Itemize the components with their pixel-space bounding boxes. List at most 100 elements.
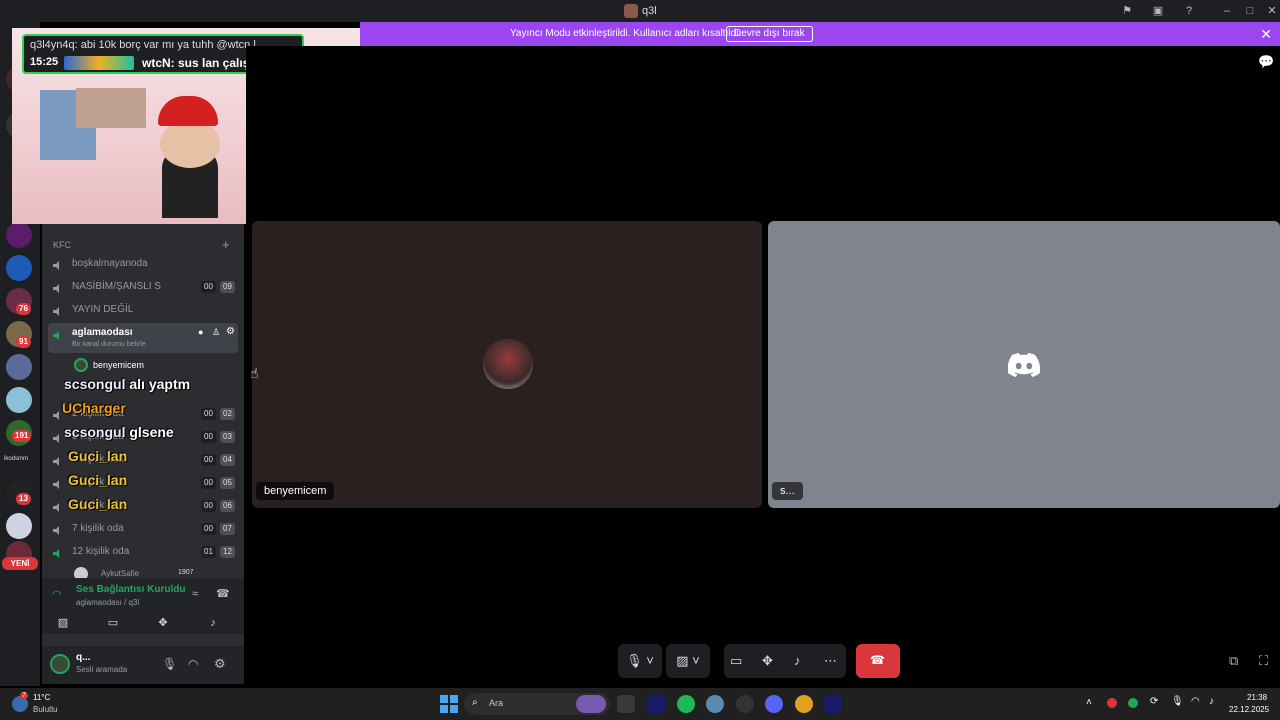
popout-icon[interactable]: ⧉ (1229, 653, 1238, 669)
server-icon[interactable] (6, 255, 32, 281)
app-icon[interactable] (736, 695, 754, 713)
chevron-up-icon[interactable]: ˄ (1086, 697, 1092, 708)
avatar[interactable] (50, 654, 70, 674)
disable-streamer-mode-button[interactable]: Devre dışı bırak (726, 26, 813, 42)
active-voice-channel[interactable]: aglamaodası Bir kanal durumu belirle ● ♙… (48, 323, 238, 353)
inbox-icon[interactable]: ▣ (1151, 4, 1165, 18)
phone-hangup-icon: ☎ (870, 653, 885, 667)
server-icon[interactable] (6, 354, 32, 380)
headphones-icon[interactable]: ◠ (188, 657, 198, 671)
user-count: 00 (201, 454, 216, 466)
channel-name: aglamaodası (72, 327, 133, 338)
close-icon[interactable]: ✕ (1260, 26, 1272, 43)
discord-logo-icon (1008, 353, 1040, 377)
overlay-chat-line: scsongul glsene (64, 424, 174, 440)
gear-icon[interactable]: ⚙ (214, 656, 226, 672)
voice-channel[interactable]: 12 kişilik oda 01 12 (48, 541, 238, 563)
streamer-mode-banner: Yayıncı Modu etkinleştirildi. Kullanıcı … (360, 22, 1280, 46)
microphone-icon[interactable]: 🎙 (1171, 696, 1184, 707)
speaker-icon (52, 328, 64, 346)
minimize-icon[interactable]: – (1220, 4, 1234, 18)
chat-line: q3l4yn4q: abi 10k borç var mı ya tuhh @w… (30, 39, 265, 51)
camera-off-button[interactable]: ▨ (42, 612, 84, 634)
gear-icon[interactable]: ⚙ (226, 326, 235, 337)
activities-icon[interactable]: ✥ (762, 644, 773, 678)
clock-date[interactable]: 22.12.2025 (1229, 705, 1269, 714)
file-explorer-icon[interactable] (617, 695, 635, 713)
participant-tile[interactable]: benyemicem (252, 221, 762, 508)
maximize-icon[interactable]: □ (1243, 4, 1257, 18)
member-name: benyemicem (93, 360, 145, 370)
volume-icon[interactable]: ♪ (1209, 696, 1214, 707)
app-icon[interactable] (706, 695, 724, 713)
voice-channel[interactable]: NASİBİM/ŞANSLI S 00 09 (48, 276, 238, 298)
user-limit: 04 (220, 454, 235, 466)
server-icon[interactable] (6, 222, 32, 248)
chat-icon[interactable]: ● (198, 327, 203, 337)
tray-icon[interactable] (1107, 698, 1117, 708)
user-limit: 06 (220, 500, 235, 512)
member-score: 1907 (178, 569, 194, 576)
wifi-icon[interactable]: ◠ (1191, 696, 1200, 707)
character-face (160, 120, 220, 168)
server-icon[interactable] (6, 513, 32, 539)
chat-bubble-icon[interactable]: 💬 (1258, 54, 1274, 70)
premiere-icon[interactable] (647, 695, 665, 713)
share-screen-icon[interactable]: ▭ (730, 644, 742, 678)
server-label: ikodsmm (4, 456, 29, 462)
voice-channel[interactable]: 7 kişilik oda 00 07 (48, 518, 238, 540)
flag-icon[interactable]: ⚑ (1120, 4, 1134, 18)
voice-channel[interactable]: YAYIN DEĞİL (48, 299, 238, 321)
add-channel-icon[interactable]: + (222, 237, 230, 252)
invite-icon[interactable]: ♙ (212, 327, 220, 338)
discord-icon[interactable] (765, 695, 783, 713)
microphone-button[interactable]: 🎙 ˅ (618, 644, 662, 678)
premiere-icon[interactable] (824, 695, 842, 713)
channel-status[interactable]: Bir kanal durumu belirle (72, 341, 146, 348)
photo-graphic (76, 88, 146, 128)
notification-badge: 191 (12, 430, 32, 442)
user-name[interactable]: q... (76, 652, 90, 663)
server-icon[interactable] (6, 387, 32, 413)
channel-sidebar: KFC + boşkalmayanoda NASİBİM/ŞANSLI S 00… (42, 224, 244, 684)
disconnect-icon[interactable]: ☎ (216, 587, 230, 600)
taskbar-search[interactable]: ⌕ Ara (464, 693, 610, 715)
overlay-chat-line: Guci_lan (68, 472, 128, 488)
speaker-icon (52, 304, 64, 316)
noise-suppression-icon[interactable]: ≈ (192, 588, 198, 600)
user-limit: 07 (220, 523, 235, 535)
weather-temperature: 11°C (33, 693, 51, 702)
microphone-icon[interactable]: 🎙 (162, 657, 177, 671)
chrome-icon[interactable] (795, 695, 813, 713)
start-icon[interactable] (440, 695, 458, 713)
category-header[interactable]: KFC (53, 240, 71, 250)
help-icon[interactable]: ? (1182, 4, 1196, 18)
hang-up-button[interactable]: ☎ (856, 644, 900, 678)
tray-icon[interactable] (1128, 698, 1138, 708)
user-count: 00 (201, 281, 216, 293)
fullscreen-icon[interactable]: ⛶ (1259, 653, 1268, 669)
activities-button[interactable]: ✥ (142, 612, 184, 634)
more-icon[interactable]: ⋯ (824, 644, 837, 678)
activity-buttons: ▭ ✥ ♪ ⋯ (724, 644, 846, 678)
participant-tile[interactable]: s... (768, 221, 1280, 508)
share-screen-button[interactable]: ▭ (92, 612, 134, 634)
user-panel: q... Sesli aramada 🎙 ◠ ⚙ (42, 646, 244, 684)
banner-text: Yayıncı Modu etkinleştirildi. Kullanıcı … (510, 28, 742, 39)
soundboard-icon[interactable]: ♪ (794, 644, 801, 678)
user-limit: 09 (220, 281, 235, 293)
voice-channel-path[interactable]: aglamaodası / q3l (76, 598, 139, 607)
soundboard-button[interactable]: ♪ (192, 612, 234, 634)
voice-status[interactable]: Ses Bağlantısı Kuruldu (76, 584, 185, 595)
camera-button[interactable]: ▨ ˅ (666, 644, 710, 678)
chat-time: 15:25 (30, 56, 59, 68)
sync-icon[interactable]: ⟳ (1150, 696, 1158, 707)
channel-member[interactable]: benyemicem (48, 355, 238, 377)
signal-icon[interactable]: ◠ (52, 588, 62, 601)
voice-channel[interactable]: boşkalmayanoda (48, 253, 238, 275)
user-count: 00 (201, 500, 216, 512)
avatar (74, 358, 88, 372)
clock-time[interactable]: 21:38 (1247, 693, 1267, 702)
spotify-icon[interactable] (677, 695, 695, 713)
close-window-icon[interactable]: ✕ (1265, 4, 1279, 18)
